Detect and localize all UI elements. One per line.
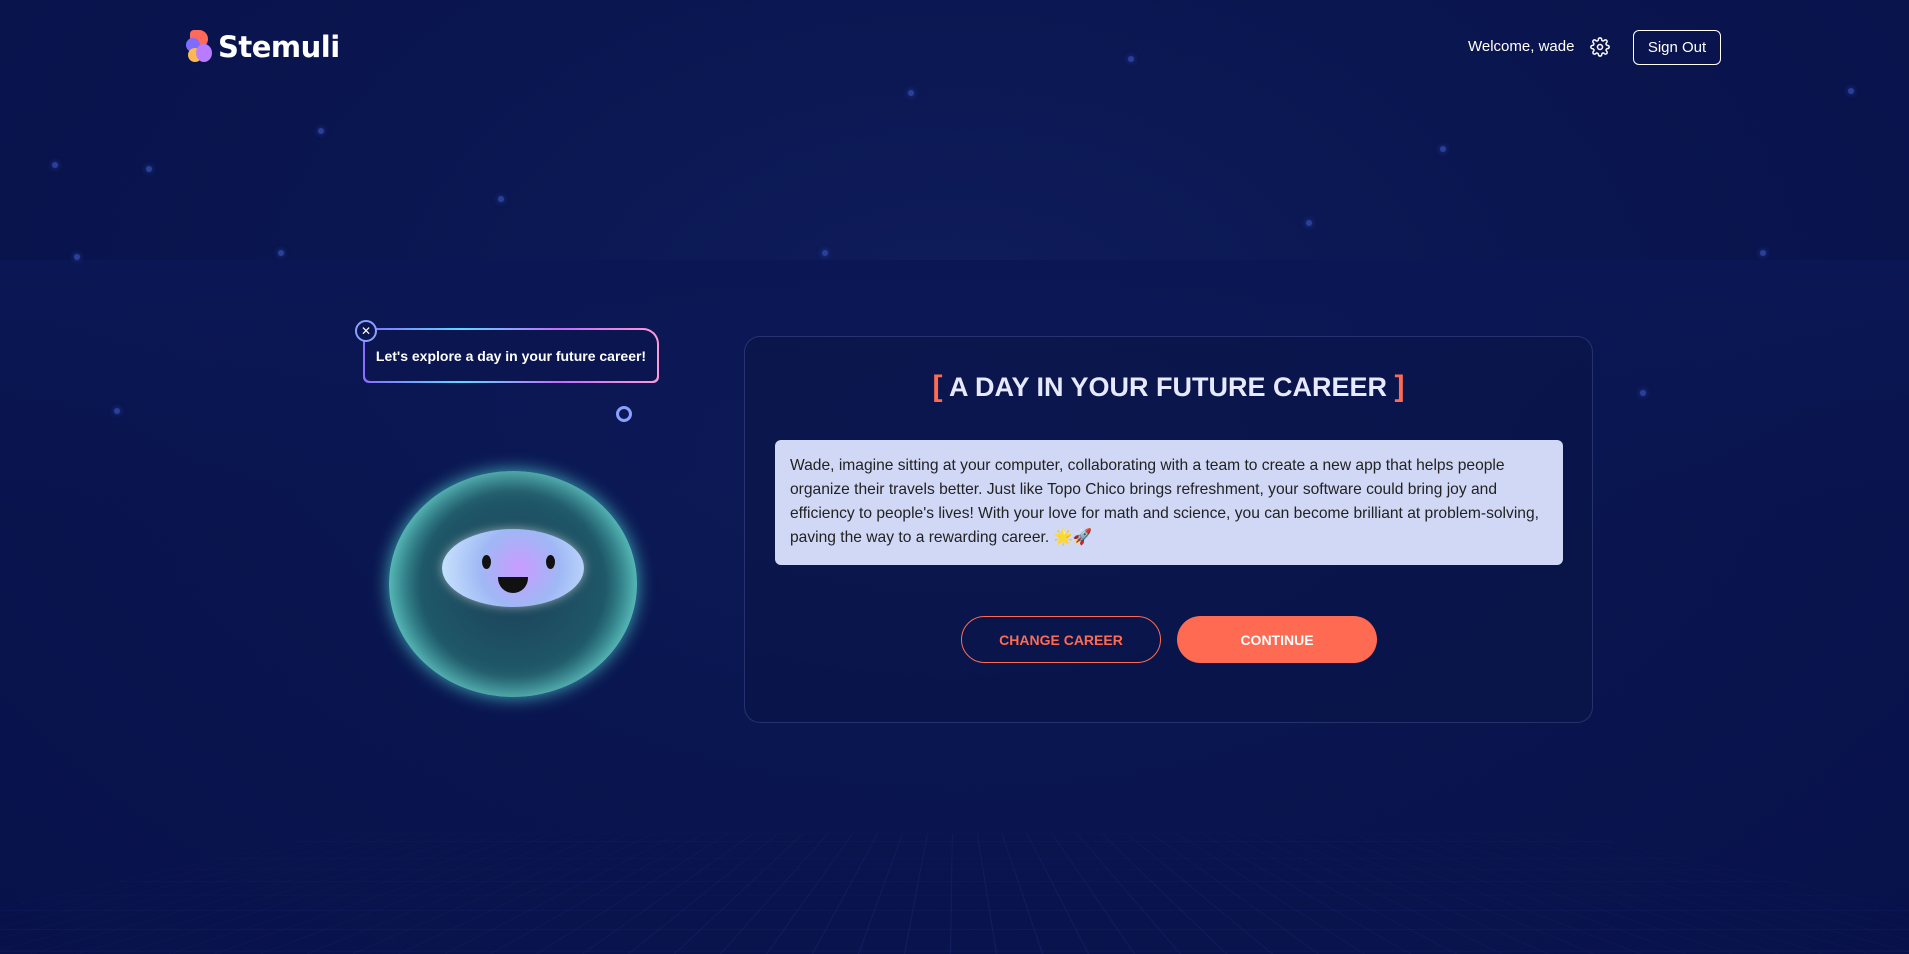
background-star: [822, 250, 828, 256]
mascot-eye-right: [546, 555, 555, 569]
background-star: [498, 196, 504, 202]
background-star: [1640, 390, 1646, 396]
background-star: [278, 250, 284, 256]
background-star: [1306, 220, 1312, 226]
background-star: [74, 254, 80, 260]
gear-icon[interactable]: [1590, 37, 1610, 57]
welcome-text: Welcome, wade: [1468, 38, 1575, 55]
background-star: [908, 90, 914, 96]
background-star: [1128, 56, 1134, 62]
career-card: [ A DAY IN YOUR FUTURE CAREER ] Wade, im…: [744, 336, 1593, 723]
mascot-orb: [389, 471, 637, 697]
background-star: [114, 408, 120, 414]
speech-bubble-text: Let's explore a day in your future caree…: [365, 330, 657, 381]
thought-dot: [616, 406, 632, 422]
card-title-text: A DAY IN YOUR FUTURE CAREER: [948, 372, 1388, 402]
background-star: [1848, 88, 1854, 94]
background-star: [52, 162, 58, 168]
speech-bubble: Let's explore a day in your future caree…: [363, 328, 659, 383]
stemuli-logo-icon: [186, 30, 212, 64]
change-career-button[interactable]: CHANGE CAREER: [961, 616, 1161, 663]
stemuli-logo[interactable]: Stemuli: [186, 30, 340, 64]
logo-text: Stemuli: [218, 30, 340, 64]
close-bubble-button[interactable]: ✕: [355, 320, 377, 342]
continue-button[interactable]: CONTINUE: [1177, 616, 1377, 663]
close-icon: ✕: [360, 324, 372, 338]
background-star: [318, 128, 324, 134]
sign-out-button[interactable]: Sign Out: [1633, 30, 1721, 65]
mascot-face: [442, 529, 584, 607]
background-star: [1760, 250, 1766, 256]
mascot-mouth: [498, 577, 528, 593]
card-title: [ A DAY IN YOUR FUTURE CAREER ]: [932, 370, 1405, 403]
background-star: [146, 166, 152, 172]
mascot-eye-left: [482, 555, 491, 569]
background-star: [1440, 146, 1446, 152]
background-grid: [0, 833, 1909, 954]
career-description: Wade, imagine sitting at your computer, …: [775, 440, 1563, 565]
